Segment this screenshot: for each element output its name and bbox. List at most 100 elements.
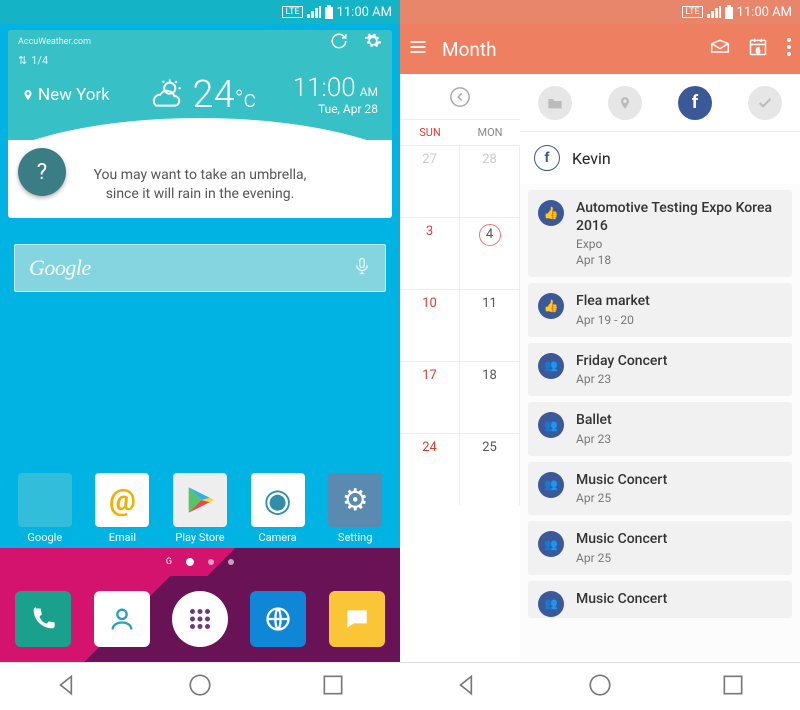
- page-indicator[interactable]: G: [0, 548, 400, 576]
- event-item[interactable]: Automotive Testing Expo Korea 2016ExpoAp…: [528, 190, 792, 277]
- lte-icon: LTE: [282, 6, 302, 18]
- refresh-icon[interactable]: [330, 32, 348, 53]
- app-play-store[interactable]: Play Store: [166, 473, 234, 544]
- group-icon: [538, 591, 564, 617]
- app-label: Setting: [338, 531, 373, 544]
- lte-icon: LTE: [682, 6, 702, 18]
- event-sub: Apr 23: [576, 372, 780, 386]
- clock-ampm: AM: [360, 85, 378, 99]
- group-icon: [538, 353, 564, 379]
- group-icon: [538, 472, 564, 498]
- dock-phone[interactable]: [15, 591, 71, 647]
- app-email[interactable]: Email: [88, 473, 156, 544]
- group-icon: [538, 531, 564, 557]
- gear-icon[interactable]: [364, 32, 382, 53]
- event-title: Friday Concert: [576, 353, 780, 371]
- prev-month-button[interactable]: [400, 74, 520, 120]
- profile-row[interactable]: f Kevin: [520, 132, 800, 184]
- dock-messages[interactable]: [329, 591, 385, 647]
- signal-icon: [707, 6, 721, 18]
- cal-cell[interactable]: 28: [460, 146, 520, 217]
- dock: [0, 576, 400, 662]
- nav-back[interactable]: [454, 672, 480, 702]
- cal-cell[interactable]: 3: [400, 218, 460, 289]
- app-camera[interactable]: Camera: [244, 473, 312, 544]
- battery-icon: [725, 5, 733, 19]
- inbox-icon[interactable]: [710, 38, 730, 60]
- status-time: 11:00 AM: [737, 5, 792, 20]
- dock-browser[interactable]: [250, 591, 306, 647]
- app-settings[interactable]: Setting: [321, 473, 389, 544]
- profile-name: Kevin: [572, 149, 611, 168]
- event-sub: Apr 25: [576, 491, 780, 505]
- nav-home[interactable]: [587, 672, 613, 702]
- cal-cell[interactable]: 10: [400, 290, 460, 361]
- app-label: Play Store: [175, 531, 224, 544]
- clock-time: 11:00: [293, 73, 356, 103]
- help-button[interactable]: ?: [18, 148, 66, 196]
- overflow-icon[interactable]: [786, 37, 792, 61]
- temp-unit: °c: [235, 85, 256, 113]
- weather-clock: 11:00 AM Tue, Apr 28: [293, 74, 378, 116]
- nav-recent[interactable]: [720, 672, 746, 702]
- weather-pager: 1/4: [31, 54, 48, 67]
- weather-location[interactable]: New York: [22, 85, 110, 105]
- dock-contacts[interactable]: [94, 591, 150, 647]
- like-icon: [538, 200, 564, 226]
- cal-cell[interactable]: 4: [460, 218, 520, 289]
- event-item[interactable]: Music ConcertApr 25: [528, 521, 792, 575]
- nav-recent[interactable]: [320, 672, 346, 702]
- event-list[interactable]: Automotive Testing Expo Korea 2016 Expo Ap…: [520, 184, 800, 662]
- event-sub: Apr 19 - 20: [576, 313, 780, 327]
- status-bar: LTE 11:00 AM: [400, 0, 800, 24]
- today-icon[interactable]: 6: [748, 37, 768, 61]
- mic-icon[interactable]: [353, 255, 371, 281]
- event-item[interactable]: Music Concert: [528, 581, 792, 619]
- event-sub: Apr 23: [576, 432, 780, 446]
- event-item[interactable]: Friday ConcertApr 23: [528, 343, 792, 397]
- cal-cell[interactable]: 27: [400, 146, 460, 217]
- cal-cell[interactable]: 11: [460, 290, 520, 361]
- apps-row: Google Email Play Store Camera Setting: [0, 473, 400, 548]
- nav-bar: [0, 662, 400, 710]
- app-google-folder[interactable]: Google: [11, 473, 79, 544]
- filter-facebook[interactable]: f: [678, 86, 712, 120]
- location-text: New York: [38, 85, 110, 105]
- toolbar-title[interactable]: Month: [442, 38, 497, 61]
- cal-cell[interactable]: 25: [460, 434, 520, 505]
- cal-cell[interactable]: 18: [460, 362, 520, 433]
- nav-home[interactable]: [187, 672, 213, 702]
- cal-cell[interactable]: 24: [400, 434, 460, 505]
- g-dot: G: [166, 557, 172, 567]
- events-panel: f f Kevin Automotive Testing Expo Korea …: [520, 74, 800, 662]
- event-title: Flea market: [576, 293, 780, 311]
- clock-date: Tue, Apr 28: [293, 103, 378, 116]
- google-logo: Google: [29, 255, 91, 281]
- weather-widget[interactable]: AccuWeather.com ⇅ 1/4 New York: [8, 30, 392, 218]
- dock-apps[interactable]: [172, 591, 228, 647]
- event-title: Music Concert: [576, 531, 780, 549]
- event-item[interactable]: BalletApr 23: [528, 402, 792, 456]
- event-title: Automotive Testing Expo Korea 2016: [576, 200, 780, 235]
- google-search-bar[interactable]: Google: [14, 244, 386, 292]
- filter-done[interactable]: [748, 86, 782, 120]
- weather-source: AccuWeather.com: [18, 37, 91, 47]
- facebook-icon: f: [534, 145, 560, 171]
- event-title: Music Concert: [576, 472, 780, 490]
- event-item[interactable]: Flea market Apr 19 - 20: [528, 283, 792, 337]
- cal-cell[interactable]: 17: [400, 362, 460, 433]
- event-title: Music Concert: [576, 591, 780, 609]
- svg-text:6: 6: [756, 46, 760, 55]
- menu-icon[interactable]: [408, 37, 428, 61]
- app-label: Email: [109, 531, 136, 544]
- event-sub: Expo: [576, 237, 780, 251]
- filter-folder[interactable]: [538, 86, 572, 120]
- updown-icon: ⇅: [18, 54, 27, 67]
- weather-icon: [146, 77, 184, 113]
- calendar-grid[interactable]: SUN MON 272834101117182425: [400, 74, 520, 662]
- filter-location[interactable]: [608, 86, 642, 120]
- header-mon: MON: [460, 120, 520, 145]
- nav-back[interactable]: [54, 672, 80, 702]
- app-label: Google: [27, 531, 62, 544]
- event-item[interactable]: Music ConcertApr 25: [528, 462, 792, 516]
